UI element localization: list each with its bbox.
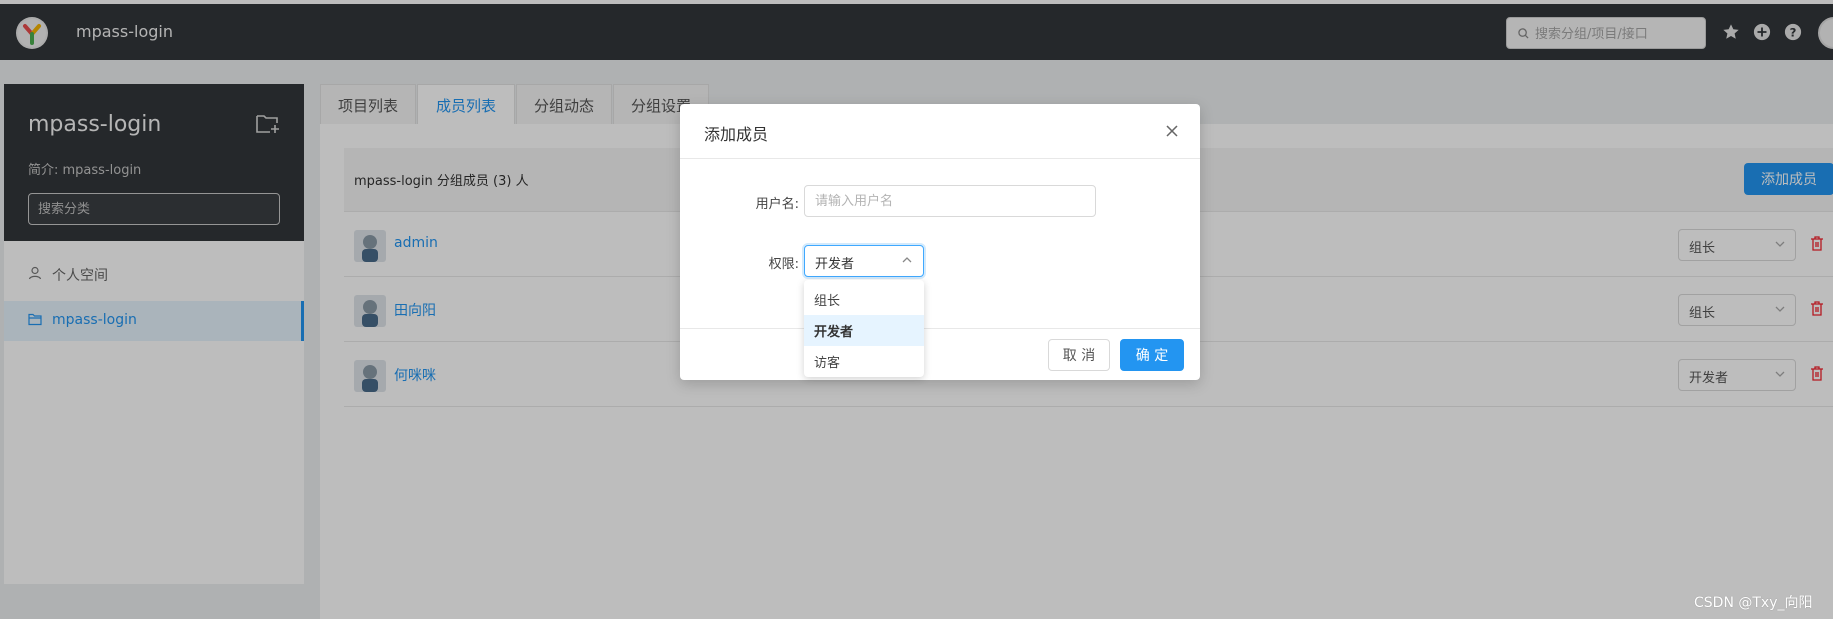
cancel-button[interactable]: 取 消 xyxy=(1048,339,1110,371)
dropdown-option-guest[interactable]: 访客 xyxy=(804,346,924,377)
username-label: 用户名: xyxy=(755,197,799,212)
dialog-title: 添加成员 xyxy=(704,125,769,144)
add-member-dialog: 添加成员 用户名: 权限: 开发者 取 消 确 定 xyxy=(680,104,1200,380)
dialog-header: 添加成员 xyxy=(680,104,1200,159)
permission-dropdown: 组长 开发者 访客 xyxy=(804,280,924,377)
dropdown-option-leader[interactable]: 组长 xyxy=(804,284,924,315)
dialog-footer: 取 消 确 定 xyxy=(680,328,1200,380)
permission-select[interactable]: 开发者 xyxy=(804,245,924,277)
chevron-up-icon xyxy=(902,257,912,263)
dropdown-option-developer[interactable]: 开发者 xyxy=(804,315,924,346)
close-icon[interactable] xyxy=(1164,123,1180,139)
permission-label: 权限: xyxy=(768,257,799,272)
permission-value: 开发者 xyxy=(815,257,855,272)
ok-button[interactable]: 确 定 xyxy=(1120,339,1184,371)
watermark-text: CSDN @Txy_向阳 xyxy=(1694,595,1813,611)
username-input[interactable] xyxy=(804,185,1096,217)
